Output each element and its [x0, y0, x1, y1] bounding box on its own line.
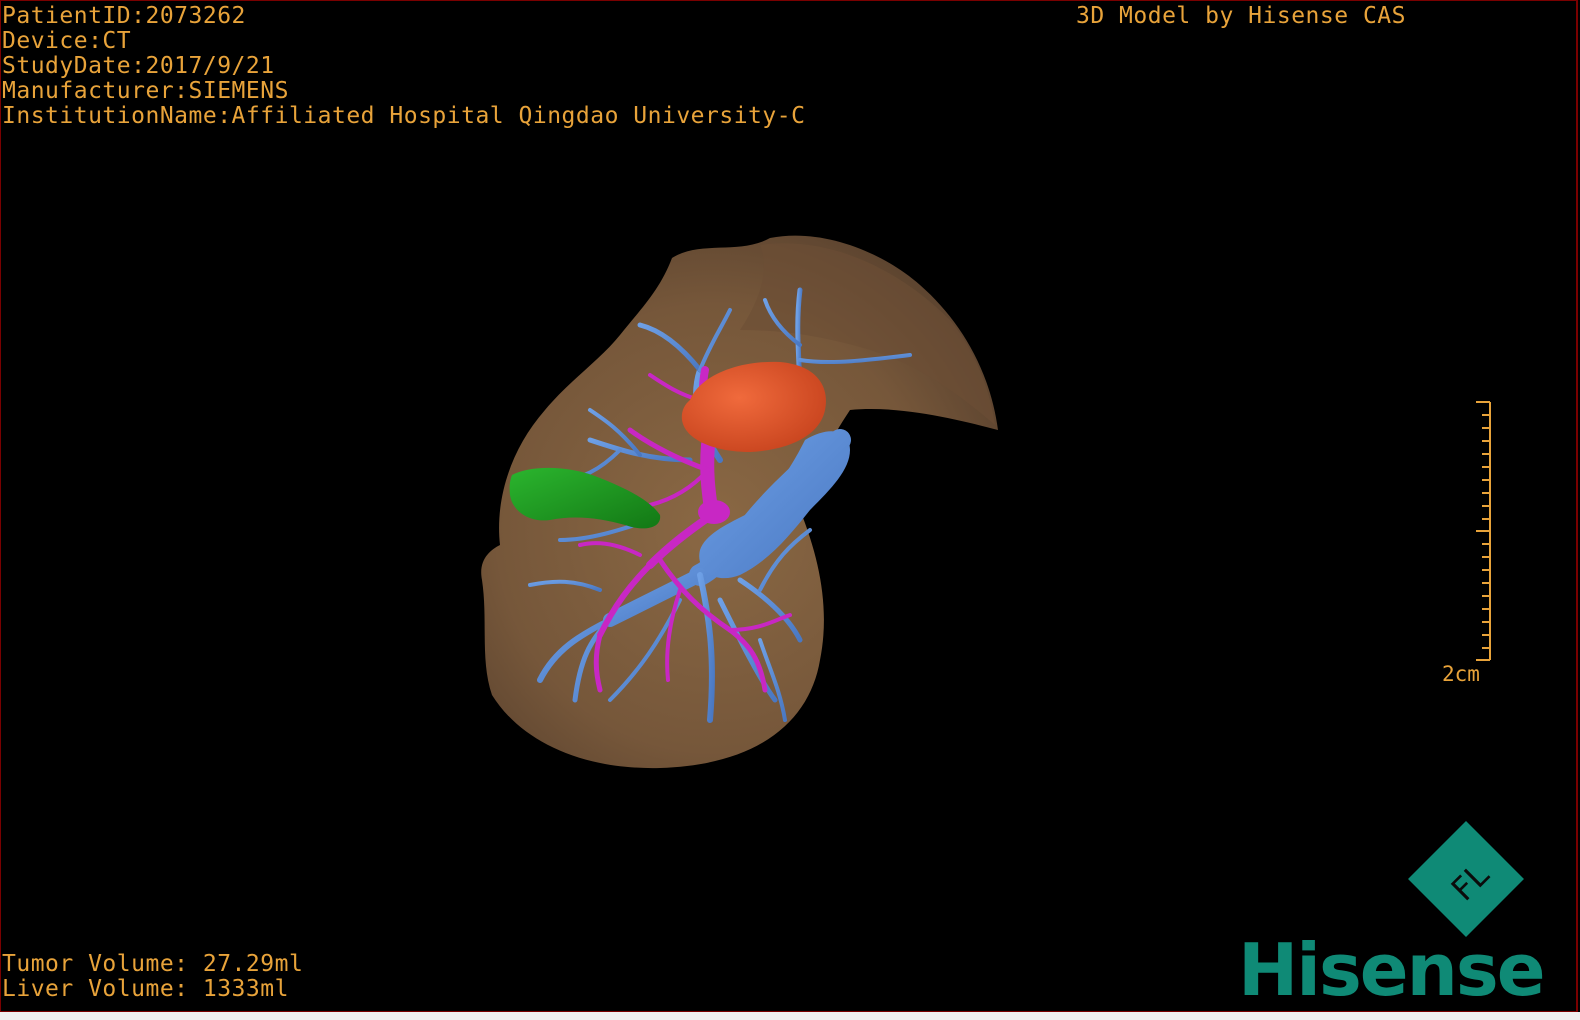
- liver-volume-label: Liver Volume: 1333ml: [2, 976, 289, 1002]
- portal-confluence: [698, 500, 730, 524]
- hisense-logo: Hisense: [1238, 928, 1546, 1012]
- scale-bar: [1476, 401, 1491, 661]
- scale-bar-label: 2cm: [1442, 662, 1480, 686]
- tumor-volume-label: Tumor Volume: 27.29ml: [2, 951, 304, 977]
- 3d-model-viewport[interactable]: [0, 0, 1580, 1012]
- window-bottom-edge: [0, 1012, 1580, 1020]
